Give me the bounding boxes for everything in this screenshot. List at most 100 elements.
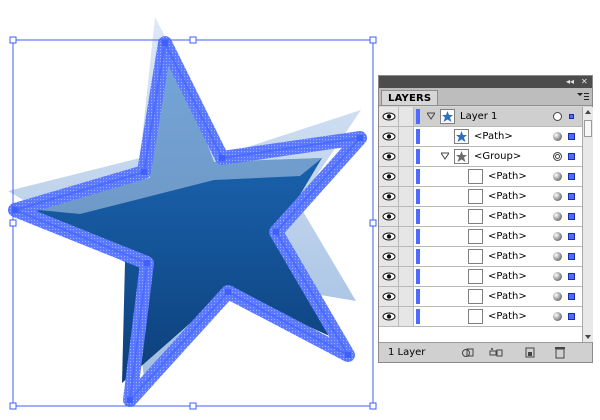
visibility-eye-icon[interactable]	[379, 167, 399, 186]
group-row[interactable]: <Group>	[379, 147, 582, 167]
path-row[interactable]: <Path>	[379, 187, 582, 207]
selection-indicator-icon[interactable]	[568, 193, 575, 200]
selection-indicator-icon[interactable]	[568, 213, 575, 220]
visibility-eye-icon[interactable]	[379, 187, 399, 206]
panel-footer: 1 Layer	[379, 342, 592, 362]
panel-menu-icon[interactable]	[577, 93, 589, 101]
layer-color-bar	[416, 309, 420, 324]
visibility-eye-icon[interactable]	[379, 127, 399, 146]
new-sublayer-icon[interactable]	[489, 346, 503, 359]
visibility-eye-icon[interactable]	[379, 207, 399, 226]
bbox-handle-top-left[interactable]	[9, 36, 17, 44]
lock-toggle[interactable]	[399, 207, 414, 226]
scroll-down-icon[interactable]	[583, 332, 593, 342]
selection-indicator-icon[interactable]	[568, 253, 575, 260]
make-clipping-mask-icon[interactable]	[461, 346, 475, 359]
selection-indicator-icon[interactable]	[569, 114, 574, 119]
lock-toggle[interactable]	[399, 287, 414, 306]
expand-triangle-icon[interactable]	[426, 112, 436, 120]
bbox-handle-middle-right[interactable]	[369, 219, 377, 227]
target-circle-icon[interactable]	[553, 292, 562, 301]
layer-name[interactable]: <Path>	[488, 267, 527, 286]
visibility-eye-icon[interactable]	[379, 107, 399, 126]
layer-thumbnail	[468, 229, 483, 244]
bbox-handle-bottom-left[interactable]	[9, 402, 17, 410]
panel-title-bar[interactable]: ◂◂ ✕	[379, 76, 592, 88]
lock-toggle[interactable]	[399, 127, 414, 146]
path-row[interactable]: <Path>	[379, 307, 582, 327]
close-panel-icon[interactable]: ✕	[581, 76, 588, 88]
bbox-handle-bottom-right[interactable]	[369, 402, 377, 410]
path-row[interactable]: <Path>	[379, 167, 582, 187]
layer-thumbnail	[440, 109, 455, 124]
layer-name[interactable]: <Path>	[474, 127, 513, 146]
delete-layer-icon[interactable]	[553, 346, 567, 359]
selection-indicator-icon[interactable]	[568, 273, 575, 280]
layer-thumbnail	[468, 289, 483, 304]
tab-layers[interactable]: LAYERS	[381, 90, 439, 105]
visibility-eye-icon[interactable]	[379, 147, 399, 166]
layer-name[interactable]: <Path>	[488, 227, 527, 246]
lock-toggle[interactable]	[399, 187, 414, 206]
selection-indicator-icon[interactable]	[568, 233, 575, 240]
visibility-eye-icon[interactable]	[379, 307, 399, 326]
target-circle-icon[interactable]	[553, 252, 562, 261]
scroll-thumb[interactable]	[584, 120, 592, 137]
layer-name[interactable]: <Group>	[474, 147, 521, 166]
layer-name[interactable]: <Path>	[488, 287, 527, 306]
new-layer-icon[interactable]	[523, 346, 537, 359]
scroll-up-icon[interactable]	[583, 107, 593, 117]
target-circle-icon[interactable]	[553, 112, 562, 121]
expand-triangle-icon[interactable]	[440, 152, 450, 160]
target-circle-icon[interactable]	[553, 312, 562, 321]
path-row[interactable]: <Path>	[379, 247, 582, 267]
path-row[interactable]: <Path>	[379, 267, 582, 287]
selection-indicator-icon[interactable]	[568, 133, 575, 140]
path-row[interactable]: <Path>	[379, 127, 582, 147]
bbox-handle-middle-left[interactable]	[9, 219, 17, 227]
layer-name[interactable]: <Path>	[488, 247, 527, 266]
target-circle-icon[interactable]	[553, 152, 562, 161]
layer-name[interactable]: Layer 1	[460, 107, 497, 126]
artboard-canvas[interactable]	[0, 0, 380, 420]
layer-name[interactable]: <Path>	[488, 207, 527, 226]
target-circle-icon[interactable]	[553, 272, 562, 281]
selection-indicator-icon[interactable]	[568, 173, 575, 180]
lock-toggle[interactable]	[399, 307, 414, 326]
lock-toggle[interactable]	[399, 227, 414, 246]
target-circle-icon[interactable]	[553, 132, 562, 141]
bbox-handle-top-right[interactable]	[369, 36, 377, 44]
layer-row[interactable]: Layer 1	[379, 107, 582, 127]
layer-thumbnail	[468, 249, 483, 264]
layer-color-bar	[416, 149, 420, 164]
lock-toggle[interactable]	[399, 107, 414, 126]
bbox-handle-top-center[interactable]	[189, 36, 197, 44]
collapse-panel-icon[interactable]: ◂◂	[566, 76, 574, 88]
target-circle-icon[interactable]	[553, 172, 562, 181]
selection-indicator-icon[interactable]	[568, 153, 575, 160]
visibility-eye-icon[interactable]	[379, 247, 399, 266]
lock-toggle[interactable]	[399, 267, 414, 286]
path-row[interactable]: <Path>	[379, 207, 582, 227]
layer-name[interactable]: <Path>	[488, 187, 527, 206]
visibility-eye-icon[interactable]	[379, 267, 399, 286]
selection-indicator-icon[interactable]	[568, 293, 575, 300]
layers-scrollbar[interactable]	[582, 107, 593, 342]
layer-color-bar	[416, 109, 420, 124]
path-row[interactable]: <Path>	[379, 287, 582, 307]
lock-toggle[interactable]	[399, 247, 414, 266]
lock-toggle[interactable]	[399, 147, 414, 166]
layer-color-bar	[416, 249, 420, 264]
lock-toggle[interactable]	[399, 167, 414, 186]
target-circle-icon[interactable]	[553, 232, 562, 241]
layer-name[interactable]: <Path>	[488, 167, 527, 186]
selection-indicator-icon[interactable]	[568, 313, 575, 320]
target-circle-icon[interactable]	[553, 212, 562, 221]
target-circle-icon[interactable]	[553, 192, 562, 201]
visibility-eye-icon[interactable]	[379, 227, 399, 246]
layer-name[interactable]: <Path>	[488, 307, 527, 326]
layer-thumbnail	[454, 129, 469, 144]
path-row[interactable]: <Path>	[379, 227, 582, 247]
bbox-handle-bottom-center[interactable]	[189, 402, 197, 410]
visibility-eye-icon[interactable]	[379, 287, 399, 306]
